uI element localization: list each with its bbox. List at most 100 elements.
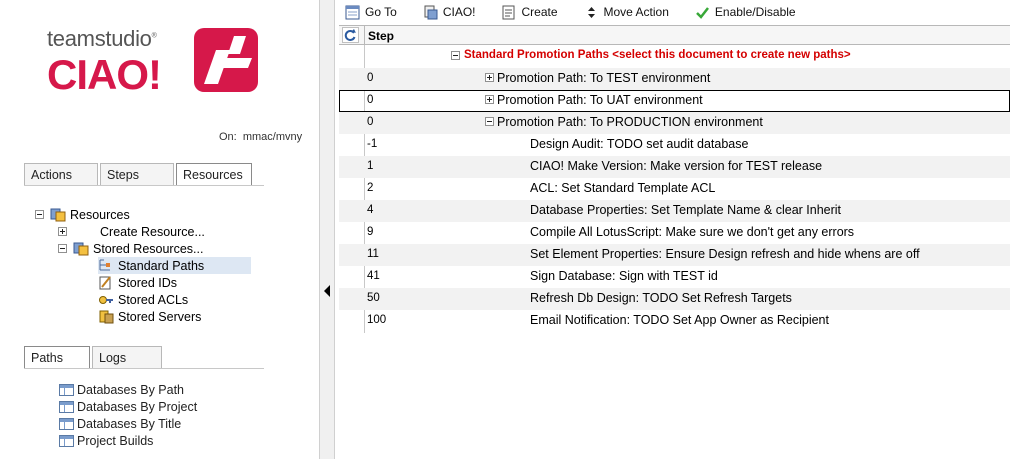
move-action-button[interactable]: Move Action xyxy=(584,5,669,20)
dbprop-type-icon xyxy=(420,203,438,219)
delete-x-icon[interactable] xyxy=(401,72,413,84)
step-number: 0 xyxy=(367,72,374,84)
refresh-view-button[interactable] xyxy=(342,27,359,43)
step-number: 11 xyxy=(367,248,379,260)
tree-label: Resources xyxy=(70,207,130,222)
element-type-icon xyxy=(420,247,438,263)
row-title: Promotion Path: To TEST environment xyxy=(497,71,711,85)
path-row[interactable]: 0 Promotion Path: To TEST environment xyxy=(339,68,1010,90)
row-title: Sign Database: Sign with TEST id xyxy=(530,269,718,283)
tree-item-stored-servers[interactable]: Stored Servers xyxy=(98,308,201,325)
pane-splitter[interactable] xyxy=(319,0,335,459)
create-button[interactable]: Create xyxy=(501,5,558,20)
tab-logs[interactable]: Logs xyxy=(92,346,162,368)
row-title: Set Element Properties: Ensure Design re… xyxy=(530,247,920,261)
view-link-databases-by-project[interactable]: Databases By Project xyxy=(59,398,197,415)
goto-button[interactable]: Go To xyxy=(345,5,397,20)
sign-type-icon xyxy=(420,269,438,285)
action-bar: Go To CIAO! Create Move Action Enable/Di… xyxy=(339,0,1010,24)
delete-x-icon[interactable] xyxy=(401,226,413,238)
ciao-icon xyxy=(424,5,438,19)
audit-type-icon xyxy=(420,137,438,153)
step-row[interactable]: -1 Design Audit: TODO set audit database xyxy=(339,134,1010,156)
step-row[interactable]: 11 Set Element Properties: Ensure Design … xyxy=(339,244,1010,266)
delete-x-icon[interactable] xyxy=(401,160,413,172)
step-row[interactable]: 41 Sign Database: Sign with TEST id xyxy=(339,266,1010,288)
row-title: Database Properties: Set Template Name &… xyxy=(530,203,842,217)
create-icon xyxy=(502,5,515,19)
tree-item-standard-paths[interactable]: Standard Paths xyxy=(98,257,251,274)
row-title: Promotion Path: To UAT environment xyxy=(497,93,703,107)
collapse-toggle-icon[interactable] xyxy=(485,117,494,126)
collapse-toggle-icon[interactable] xyxy=(35,210,44,219)
delete-x-icon[interactable] xyxy=(401,292,413,304)
server-icon xyxy=(99,310,114,324)
navigator-pane: teamstudio® CIAO! On: mmac/mvny Actions … xyxy=(0,0,319,459)
path-row[interactable]: 0 Promotion Path: To PRODUCTION environme… xyxy=(339,112,1010,134)
enable-disable-button[interactable]: Enable/Disable xyxy=(695,5,796,20)
step-row[interactable]: 1 CIAO! Make Version: Make version for TE… xyxy=(339,156,1010,178)
expand-toggle-icon[interactable] xyxy=(485,95,494,104)
tree-item-stored-acls[interactable]: Stored ACLs xyxy=(98,291,188,308)
refresh-type-icon xyxy=(420,291,438,307)
tree-item-resources[interactable]: Resources xyxy=(35,206,130,223)
tree-item-stored-ids[interactable]: Stored IDs xyxy=(98,274,177,291)
step-row[interactable]: 100 Email Notification: TODO Set App Owne… xyxy=(339,310,1010,332)
delete-x-icon[interactable] xyxy=(401,204,413,216)
email-type-icon xyxy=(420,313,438,329)
row-title: Promotion Path: To PRODUCTION environmen… xyxy=(497,115,763,129)
collapse-toggle-icon[interactable] xyxy=(451,51,460,60)
view-link-databases-by-path[interactable]: Databases By Path xyxy=(59,381,184,398)
compile-type-icon xyxy=(420,225,438,241)
tree-label: Stored ACLs xyxy=(118,292,189,307)
tab-resources[interactable]: Resources xyxy=(176,163,252,185)
delete-x-icon[interactable] xyxy=(401,94,413,106)
id-card-icon xyxy=(99,276,111,290)
paths-icon xyxy=(99,259,110,271)
expand-toggle-icon[interactable] xyxy=(58,227,67,236)
delete-x-icon[interactable] xyxy=(401,248,413,260)
delete-x-icon[interactable] xyxy=(401,314,413,326)
view-icon xyxy=(59,400,74,413)
category-row[interactable]: Standard Promotion Paths <select this do… xyxy=(339,46,1010,68)
tab-steps[interactable]: Steps xyxy=(100,163,174,185)
view-icon xyxy=(59,434,74,447)
path-type-icon xyxy=(420,115,438,131)
delete-x-icon[interactable] xyxy=(401,116,413,128)
collapse-left-arrow-icon[interactable] xyxy=(324,285,330,297)
refresh-icon xyxy=(344,29,356,41)
tab-paths[interactable]: Paths xyxy=(24,346,90,368)
column-header-step[interactable]: Step xyxy=(368,29,394,43)
tree-item-create-resource[interactable]: Create Resource... xyxy=(58,223,205,240)
view-link-databases-by-title[interactable]: Databases By Title xyxy=(59,415,181,432)
view-pane: Go To CIAO! Create Move Action Enable/Di… xyxy=(339,0,1010,459)
tree-label: Stored IDs xyxy=(118,275,178,290)
ciao-logo-icon xyxy=(194,28,258,92)
collapse-toggle-icon[interactable] xyxy=(58,244,67,253)
view-tabs: Paths Logs xyxy=(24,346,164,368)
path-type-icon xyxy=(420,93,438,109)
tab-actions[interactable]: Actions xyxy=(24,163,98,185)
step-number: 9 xyxy=(367,226,374,238)
ciao-button[interactable]: CIAO! xyxy=(423,5,475,20)
resources-icon xyxy=(50,208,66,222)
step-row[interactable]: 4 Database Properties: Set Template Name … xyxy=(339,200,1010,222)
step-row[interactable]: 9 Compile All LotusScript: Make sure we d… xyxy=(339,222,1010,244)
row-title: Design Audit: TODO set audit database xyxy=(530,137,749,151)
acl-type-icon xyxy=(420,181,438,197)
tree-label: Stored Resources... xyxy=(93,241,204,256)
delete-x-icon[interactable] xyxy=(401,270,413,282)
tree-item-stored-resources[interactable]: Stored Resources... xyxy=(58,240,203,257)
delete-x-icon[interactable] xyxy=(401,138,413,150)
expand-toggle-icon[interactable] xyxy=(485,73,494,82)
delete-x-icon[interactable] xyxy=(401,182,413,194)
step-number: 100 xyxy=(367,314,387,326)
step-number: 4 xyxy=(367,204,374,216)
key-icon xyxy=(99,296,113,304)
step-row[interactable]: 2 ACL: Set Standard Template ACL xyxy=(339,178,1010,200)
move-icon xyxy=(587,6,595,18)
path-row[interactable]: 0 Promotion Path: To UAT environment xyxy=(339,90,1010,112)
row-title: CIAO! Make Version: Make version for TES… xyxy=(530,159,823,173)
view-link-project-builds[interactable]: Project Builds xyxy=(59,432,153,449)
step-row[interactable]: 50 Refresh Db Design: TODO Set Refresh Ta… xyxy=(339,288,1010,310)
